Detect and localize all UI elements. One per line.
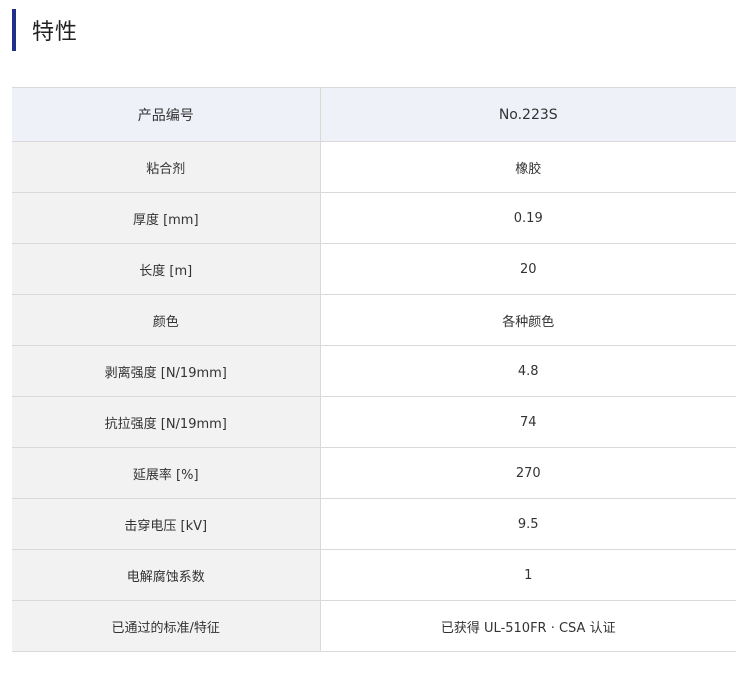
- row-label: 已通过的标准/特征: [12, 600, 321, 652]
- table-row: 电解腐蚀系数 1: [12, 549, 736, 601]
- table-row: 抗拉强度 [N/19mm] 74: [12, 396, 736, 448]
- row-value: 1: [320, 549, 736, 601]
- row-value: 已获得 UL-510FR · CSA 认证: [320, 600, 736, 652]
- header-label-cell: 产品编号: [12, 87, 321, 142]
- row-value: 0.19: [320, 192, 736, 244]
- table-row: 击穿电压 [kV] 9.5: [12, 498, 736, 550]
- row-value: 20: [320, 243, 736, 295]
- row-label: 抗拉强度 [N/19mm]: [12, 396, 321, 448]
- section-heading: 特性: [12, 9, 78, 51]
- row-value: 橡胶: [320, 141, 736, 193]
- row-value: 74: [320, 396, 736, 448]
- header-value-cell: No.223S: [320, 87, 736, 142]
- table-row: 已通过的标准/特征 已获得 UL-510FR · CSA 认证: [12, 600, 736, 652]
- spec-table: 产品编号 No.223S 粘合剂 橡胶 厚度 [mm] 0.19 长度 [m] …: [12, 87, 736, 652]
- table-row: 延展率 [%] 270: [12, 447, 736, 499]
- row-label: 击穿电压 [kV]: [12, 498, 321, 550]
- row-label: 剥离强度 [N/19mm]: [12, 345, 321, 397]
- table-row: 剥离强度 [N/19mm] 4.8: [12, 345, 736, 397]
- row-label: 电解腐蚀系数: [12, 549, 321, 601]
- row-value: 270: [320, 447, 736, 499]
- table-row: 粘合剂 橡胶: [12, 141, 736, 193]
- row-value: 9.5: [320, 498, 736, 550]
- table-row: 颜色 各种颜色: [12, 294, 736, 346]
- section-title: 特性: [32, 20, 79, 45]
- row-value: 4.8: [320, 345, 736, 397]
- table-header-row: 产品编号 No.223S: [12, 87, 736, 142]
- row-label: 颜色: [12, 294, 321, 346]
- heading-accent-bar: [12, 9, 16, 51]
- row-label: 粘合剂: [12, 141, 321, 193]
- row-label: 厚度 [mm]: [12, 192, 321, 244]
- table-row: 长度 [m] 20: [12, 243, 736, 295]
- row-label: 延展率 [%]: [12, 447, 321, 499]
- table-row: 厚度 [mm] 0.19: [12, 192, 736, 244]
- row-label: 长度 [m]: [12, 243, 321, 295]
- row-value: 各种颜色: [320, 294, 736, 346]
